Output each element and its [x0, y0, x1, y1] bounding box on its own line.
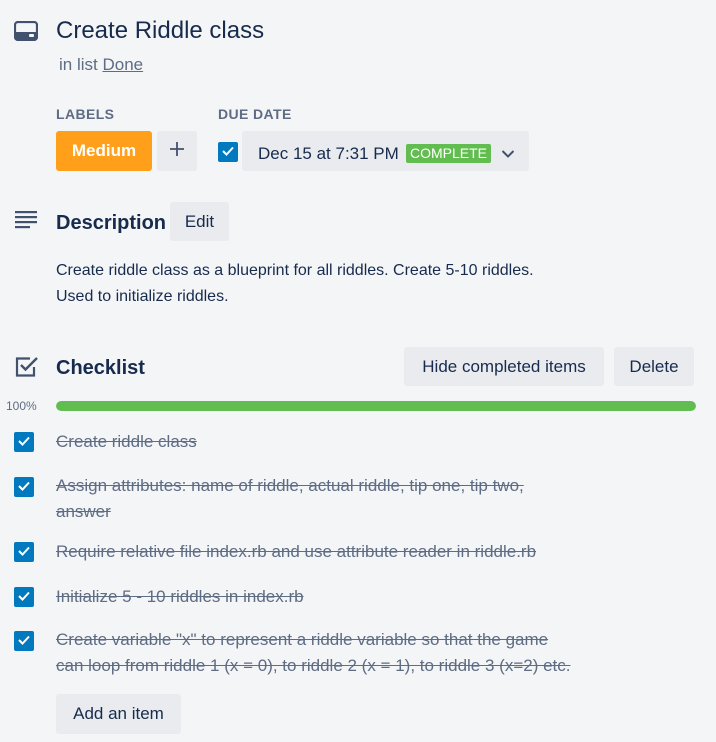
description-line-1: Create riddle class as a blueprint for a…	[56, 262, 534, 279]
edit-description-button[interactable]: Edit	[170, 202, 229, 241]
due-date-heading: DUE DATE	[218, 106, 292, 122]
checklist-item-checkbox[interactable]	[14, 542, 34, 562]
checklist-item[interactable]: Require relative file index.rb and use a…	[56, 539, 596, 565]
progress-percent: 100%	[6, 399, 37, 413]
due-date-value: Dec 15 at 7:31 PM	[258, 144, 399, 163]
check-icon	[18, 632, 30, 650]
checklist-item[interactable]: Assign attributes: name of riddle, actua…	[56, 473, 596, 525]
check-icon	[18, 433, 30, 451]
checklist-item[interactable]: Create variable "x" to represent a riddl…	[56, 627, 596, 679]
chevron-down-icon[interactable]	[501, 146, 515, 164]
checklist-item-text: Assign attributes: name of riddle, actua…	[56, 476, 524, 495]
description-text[interactable]: Create riddle class as a blueprint for a…	[56, 258, 616, 310]
checklist-icon	[15, 356, 39, 378]
checklist-item[interactable]: Initialize 5 - 10 riddles in index.rb	[56, 584, 596, 610]
plus-icon	[169, 141, 185, 162]
check-icon	[18, 588, 30, 606]
list-prefix: in list	[59, 55, 98, 74]
labels-heading: LABELS	[56, 106, 115, 122]
card-icon	[14, 21, 38, 41]
checklist-item-checkbox[interactable]	[14, 587, 34, 607]
progress-fill	[56, 401, 696, 411]
description-line-2: Used to initialize riddles.	[56, 288, 229, 305]
checklist-item-text: Create variable "x" to represent a riddl…	[56, 630, 549, 649]
check-icon	[222, 143, 234, 161]
label-medium[interactable]: Medium	[56, 131, 152, 171]
checklist-item-checkbox[interactable]	[14, 477, 34, 497]
checklist-heading: Checklist	[56, 357, 145, 379]
check-icon	[18, 543, 30, 561]
checklist-item-text: answer	[56, 502, 111, 521]
add-item-button[interactable]: Add an item	[56, 694, 181, 734]
description-icon	[15, 211, 39, 229]
checklist-item-checkbox[interactable]	[14, 631, 34, 651]
delete-checklist-button[interactable]: Delete	[614, 347, 694, 386]
checklist-item-text: can loop from riddle 1 (x = 0), to riddl…	[56, 656, 571, 675]
checklist-item-text: Require relative file index.rb and use a…	[56, 542, 537, 561]
checklist-item-text: Create riddle class	[56, 432, 197, 451]
status-badge: COMPLETE	[406, 144, 492, 163]
due-date-checkbox[interactable]	[218, 142, 238, 162]
checklist-item-text: Initialize 5 - 10 riddles in index.rb	[56, 587, 304, 606]
hide-completed-button[interactable]: Hide completed items	[404, 347, 604, 386]
checklist-item[interactable]: Create riddle class	[56, 429, 596, 455]
checklist-item-checkbox[interactable]	[14, 432, 34, 452]
add-label-button[interactable]	[157, 131, 197, 171]
check-icon	[18, 478, 30, 496]
list-info: in list Done	[59, 55, 143, 75]
list-link[interactable]: Done	[102, 55, 143, 74]
card-title[interactable]: Create Riddle class	[56, 16, 264, 46]
description-heading: Description	[56, 212, 167, 234]
progress-bar	[56, 401, 696, 411]
